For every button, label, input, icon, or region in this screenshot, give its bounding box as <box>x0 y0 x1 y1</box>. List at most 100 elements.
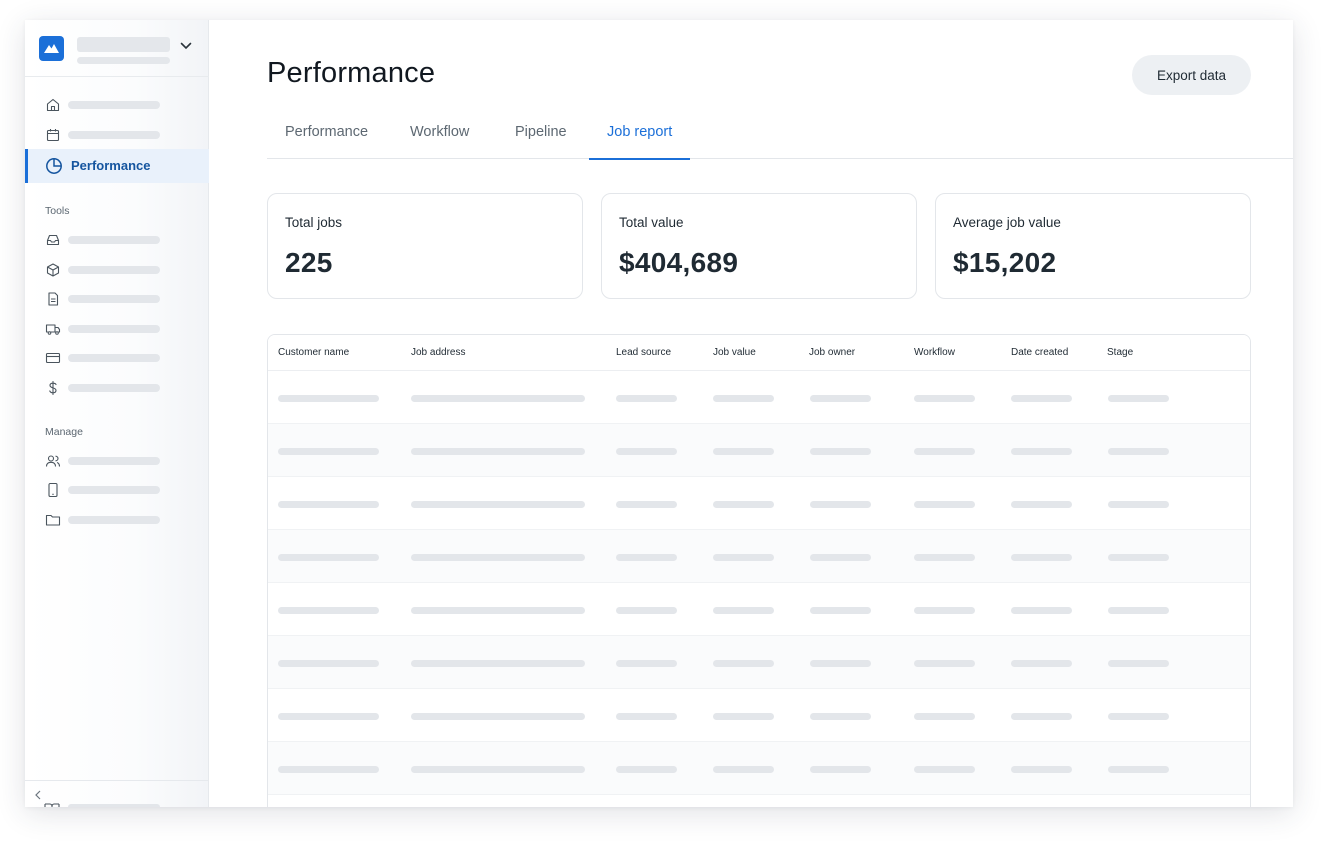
table-row[interactable] <box>268 477 1250 530</box>
sidebar-item-placeholder <box>68 101 160 109</box>
sidebar-item-placeholder <box>68 457 160 465</box>
mobile-icon <box>48 482 58 498</box>
cell-placeholder <box>713 607 774 614</box>
cell-placeholder <box>1011 766 1072 773</box>
cell-placeholder <box>810 766 871 773</box>
cell-placeholder <box>713 501 774 508</box>
stat-label: Total value <box>619 215 684 230</box>
cell-placeholder <box>1108 607 1169 614</box>
app-logo <box>39 36 64 61</box>
cell-placeholder <box>616 660 677 667</box>
workspace-switcher[interactable] <box>25 20 209 77</box>
cell-placeholder <box>810 448 871 455</box>
cell-placeholder <box>1011 660 1072 667</box>
cell-placeholder <box>810 660 871 667</box>
cell-placeholder <box>914 766 975 773</box>
cell-placeholder <box>278 448 379 455</box>
cell-placeholder <box>1011 713 1072 720</box>
tab-job-report[interactable]: Job report <box>589 118 691 160</box>
sidebar-item-placeholder <box>68 295 160 303</box>
cell-placeholder <box>713 448 774 455</box>
cell-placeholder <box>278 501 379 508</box>
cell-placeholder <box>616 554 677 561</box>
column-header-date-created[interactable]: Date created <box>1011 347 1068 358</box>
table-row[interactable] <box>268 795 1250 807</box>
sidebar-item-products[interactable] <box>25 255 209 285</box>
cell-placeholder <box>810 395 871 402</box>
column-header-job-owner[interactable]: Job owner <box>809 347 855 358</box>
home-icon <box>46 98 60 112</box>
sidebar-item-placeholder <box>68 486 160 494</box>
stat-label: Average job value <box>953 215 1061 230</box>
section-label-tools: Tools <box>45 205 70 217</box>
table-row[interactable] <box>268 530 1250 583</box>
cell-placeholder <box>616 448 677 455</box>
column-header-workflow[interactable]: Workflow <box>914 347 955 358</box>
column-header-job-value[interactable]: Job value <box>713 347 756 358</box>
table-row[interactable] <box>268 742 1250 795</box>
cell-placeholder <box>810 713 871 720</box>
sidebar-item-inbox[interactable] <box>25 225 209 255</box>
cell-placeholder <box>1011 395 1072 402</box>
sidebar-item-placeholder <box>68 325 160 333</box>
book-icon <box>44 803 60 807</box>
cell-placeholder <box>713 766 774 773</box>
sidebar-item-calendar[interactable] <box>25 120 209 150</box>
cell-placeholder <box>914 501 975 508</box>
inbox-icon <box>46 234 60 246</box>
cell-placeholder <box>616 607 677 614</box>
sidebar-item-placeholder <box>68 236 160 244</box>
table-row[interactable] <box>268 689 1250 742</box>
workspace-name-placeholder <box>77 37 170 52</box>
table-row[interactable] <box>268 583 1250 636</box>
sidebar-item-performance[interactable]: Performance <box>25 149 209 183</box>
cell-placeholder <box>1108 554 1169 561</box>
sidebar-item-documents[interactable] <box>25 284 209 314</box>
cell-placeholder <box>914 395 975 402</box>
cell-placeholder <box>914 713 975 720</box>
collapse-sidebar-icon[interactable] <box>34 790 42 800</box>
column-header-lead-source[interactable]: Lead source <box>616 347 671 358</box>
stat-label: Total jobs <box>285 215 343 230</box>
sidebar-item-team[interactable] <box>25 446 209 476</box>
tab-workflow[interactable]: Workflow <box>392 118 487 159</box>
tab-performance[interactable]: Performance <box>267 118 386 159</box>
cell-placeholder <box>713 660 774 667</box>
column-header-stage[interactable]: Stage <box>1107 347 1133 358</box>
sidebar-item-files[interactable] <box>25 505 209 535</box>
cell-placeholder <box>1011 448 1072 455</box>
cell-placeholder <box>810 554 871 561</box>
cell-placeholder <box>914 607 975 614</box>
stat-value: $404,689 <box>619 247 739 278</box>
pie-chart-icon <box>46 158 62 174</box>
cell-placeholder <box>411 448 585 455</box>
cell-placeholder <box>1011 501 1072 508</box>
cell-placeholder <box>411 501 585 508</box>
table-row[interactable] <box>268 636 1250 689</box>
logo-mark-icon <box>44 44 59 53</box>
cell-placeholder <box>278 607 379 614</box>
tab-pipeline[interactable]: Pipeline <box>497 118 585 159</box>
sidebar-item-mobile[interactable] <box>25 475 209 505</box>
sidebar-item-delivery[interactable] <box>25 314 209 344</box>
dollar-icon <box>49 380 57 396</box>
table-header: Customer name Job address Lead source Jo… <box>268 335 1250 371</box>
stat-value: 225 <box>285 247 333 278</box>
sidebar-item-finance[interactable] <box>25 373 209 403</box>
stat-card-average-job-value: Average job value $15,202 <box>935 193 1251 299</box>
document-icon <box>48 292 59 306</box>
table-row[interactable] <box>268 371 1250 424</box>
job-report-table: Customer name Job address Lead source Jo… <box>267 334 1251 807</box>
stat-card-total-value: Total value $404,689 <box>601 193 917 299</box>
calendar-icon <box>46 129 60 142</box>
column-header-customer-name[interactable]: Customer name <box>278 347 349 358</box>
table-row[interactable] <box>268 424 1250 477</box>
cell-placeholder <box>411 660 585 667</box>
cell-placeholder <box>411 395 585 402</box>
column-header-job-address[interactable]: Job address <box>411 347 465 358</box>
export-data-button[interactable]: Export data <box>1132 55 1251 95</box>
sidebar-item-home[interactable] <box>25 90 209 120</box>
sidebar-item-payments[interactable] <box>25 343 209 373</box>
sidebar-item-placeholder <box>68 354 160 362</box>
tab-bar: Performance Workflow Pipeline Job report <box>267 118 1293 160</box>
